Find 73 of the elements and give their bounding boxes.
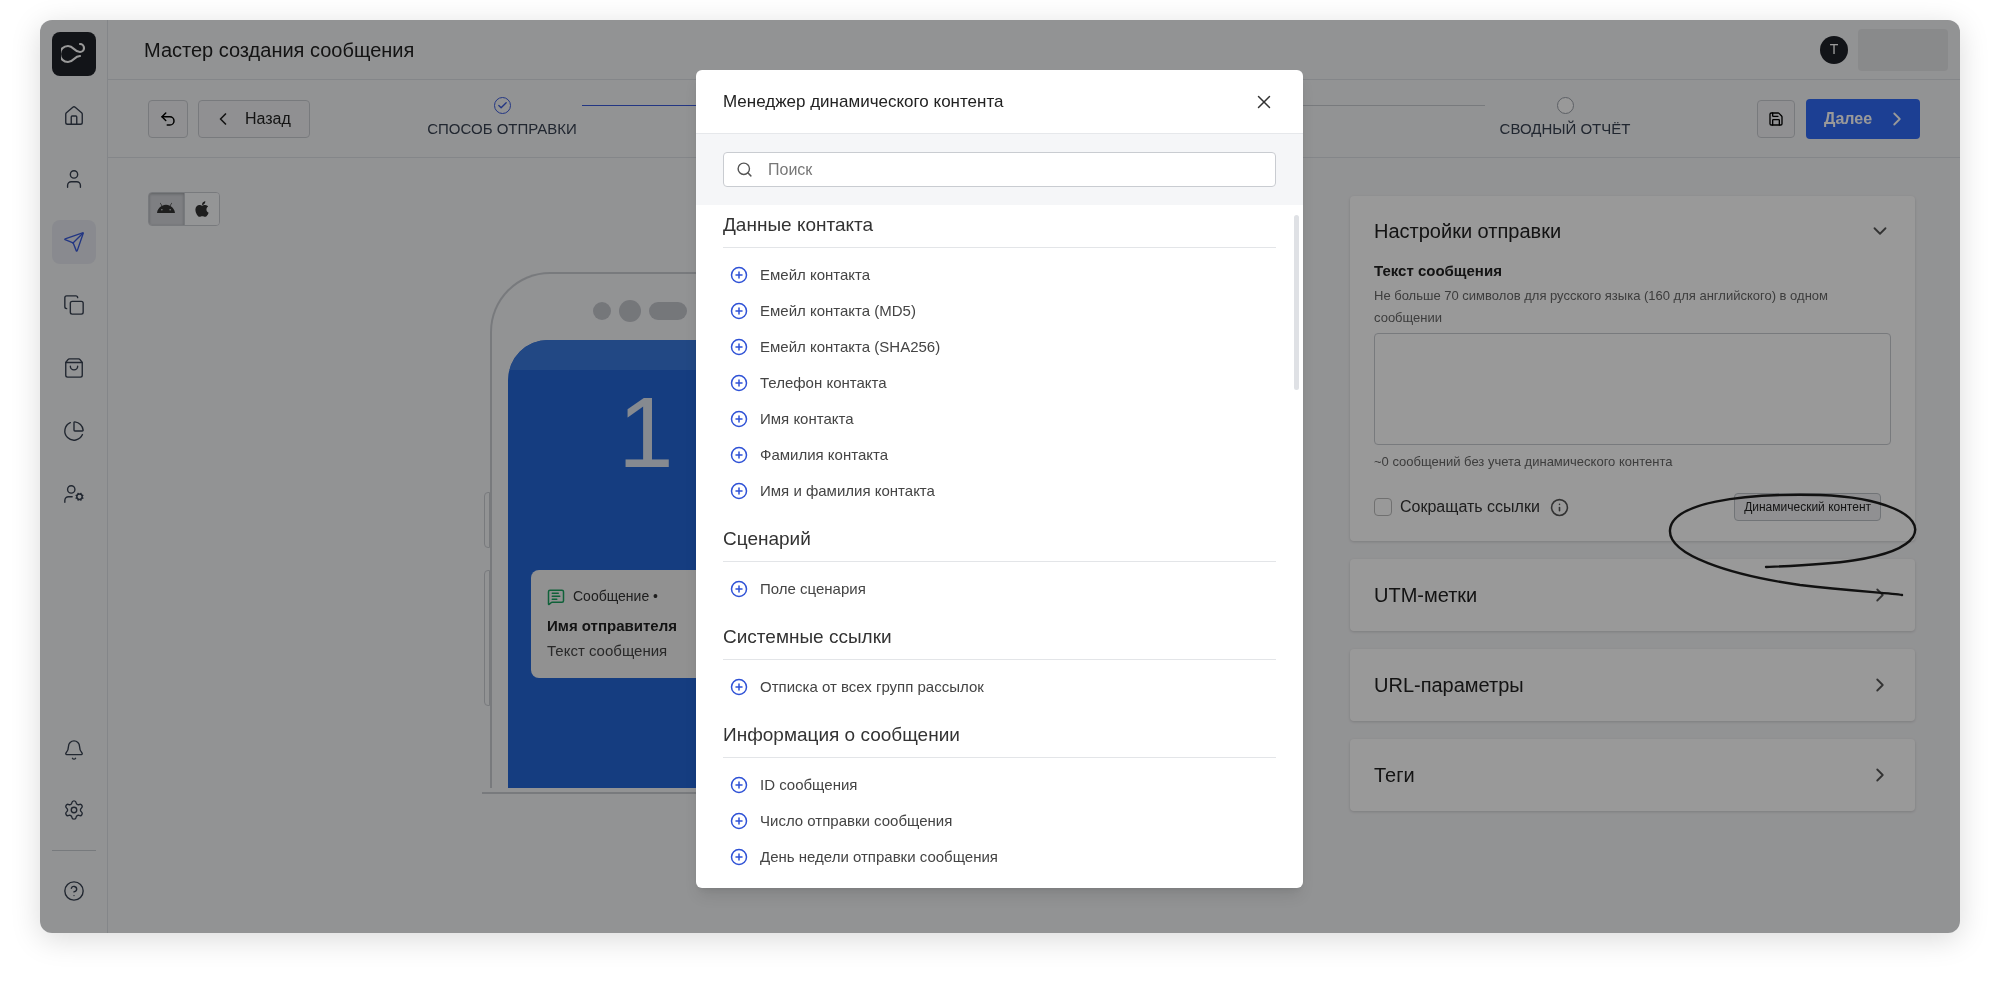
apple-icon: [192, 200, 211, 218]
clock-text: 1: [618, 382, 674, 482]
sidebar-item[interactable]: [51, 220, 96, 264]
search-icon: [736, 161, 753, 178]
checkbox-label: Сокращать ссылки: [1400, 497, 1540, 517]
page-title: Мастер создания сообщения: [144, 37, 415, 63]
section-title: UTM-метки: [1374, 583, 1478, 608]
add-icon: [730, 338, 748, 356]
shopping-bag-icon: [62, 357, 85, 379]
content-item[interactable]: Имя контакта: [723, 401, 1276, 437]
group-heading: Данные контакта: [723, 213, 1276, 248]
field-hint: Не больше 70 символов для русского языка (160 для английского) в одном сообщении: [1374, 286, 1829, 327]
back-button[interactable]: Назад: [198, 99, 310, 138]
group-heading: Информация о сообщении: [723, 723, 1276, 758]
platform-tab[interactable]: [149, 193, 185, 225]
settings-icon: [62, 799, 85, 821]
speaker-slot: [649, 302, 687, 320]
collapsible-section[interactable]: UTM-метки: [1350, 559, 1915, 631]
pie-chart-icon: [62, 420, 85, 442]
home-icon: [62, 105, 85, 127]
content-item[interactable]: Емейл контакта (SHA256): [723, 329, 1276, 365]
content-item[interactable]: Телефон контакта: [723, 365, 1276, 401]
undo-button[interactable]: [148, 99, 188, 138]
add-icon: [730, 580, 748, 598]
content-item[interactable]: Емейл контакта (MD5): [723, 293, 1276, 329]
search-field[interactable]: Поиск: [723, 152, 1276, 187]
notification-text: Текст сообщения: [547, 640, 668, 661]
logo-icon[interactable]: [51, 32, 96, 76]
content-item[interactable]: Отписка от всех групп рассылок: [723, 669, 1276, 705]
step-label[interactable]: СВОДНЫЙ ОТЧЁТ: [1499, 117, 1631, 141]
content-item[interactable]: Емейл контакта: [723, 257, 1276, 293]
notification-app: Сообщение •: [573, 587, 658, 606]
add-icon: [730, 302, 748, 320]
copy-icon: [62, 294, 85, 316]
add-icon: [730, 410, 748, 428]
content-item[interactable]: Поле сценария: [723, 571, 1276, 607]
step-label[interactable]: СПОСОБ ОТПРАВКИ: [427, 117, 577, 141]
message-count: ~0 сообщений без учета динамического контента: [1374, 452, 1674, 471]
save-button[interactable]: [1757, 99, 1795, 138]
collapsible-section[interactable]: URL-параметры: [1350, 649, 1915, 721]
user-gear-icon: [62, 483, 85, 505]
section-title: URL-параметры: [1374, 673, 1524, 698]
paper-plane-icon: [62, 231, 85, 253]
section-title: Теги: [1374, 763, 1415, 788]
content-item[interactable]: Имя и фамилия контакта: [723, 473, 1276, 509]
modal-title: Менеджер динамического контента: [723, 90, 1004, 113]
bell-icon: [62, 739, 85, 761]
help-icon: [62, 880, 85, 902]
message-icon: [547, 587, 565, 606]
add-icon: [730, 678, 748, 696]
add-icon: [730, 776, 748, 794]
notification-sender: Имя отправителя: [547, 616, 677, 636]
content-item[interactable]: Число отправки сообщения: [723, 803, 1276, 839]
user-avatar[interactable]: T: [1820, 35, 1848, 64]
group-heading: Системные ссылки: [723, 625, 1276, 660]
content-item[interactable]: День недели отправки сообщения: [723, 839, 1276, 875]
undo-icon: [159, 109, 177, 128]
group-heading: Сценарий: [723, 527, 1276, 562]
add-icon: [730, 848, 748, 866]
add-icon: [730, 374, 748, 392]
card-title: Настройки отправки: [1374, 219, 1562, 244]
shorten-links-checkbox[interactable]: [1374, 498, 1392, 516]
save-icon: [1768, 110, 1784, 127]
add-icon: [730, 482, 748, 500]
add-icon: [730, 446, 748, 464]
field-label: Текст сообщения: [1374, 261, 1503, 281]
add-icon: [730, 812, 748, 830]
info-icon: [1549, 497, 1569, 517]
content-item[interactable]: Фамилия контакта: [723, 437, 1276, 473]
content-item[interactable]: ID сообщения: [723, 767, 1276, 803]
add-icon: [730, 266, 748, 284]
collapsible-section[interactable]: Теги: [1350, 739, 1915, 811]
dynamic-content-button[interactable]: Динамический контент: [1734, 493, 1881, 521]
